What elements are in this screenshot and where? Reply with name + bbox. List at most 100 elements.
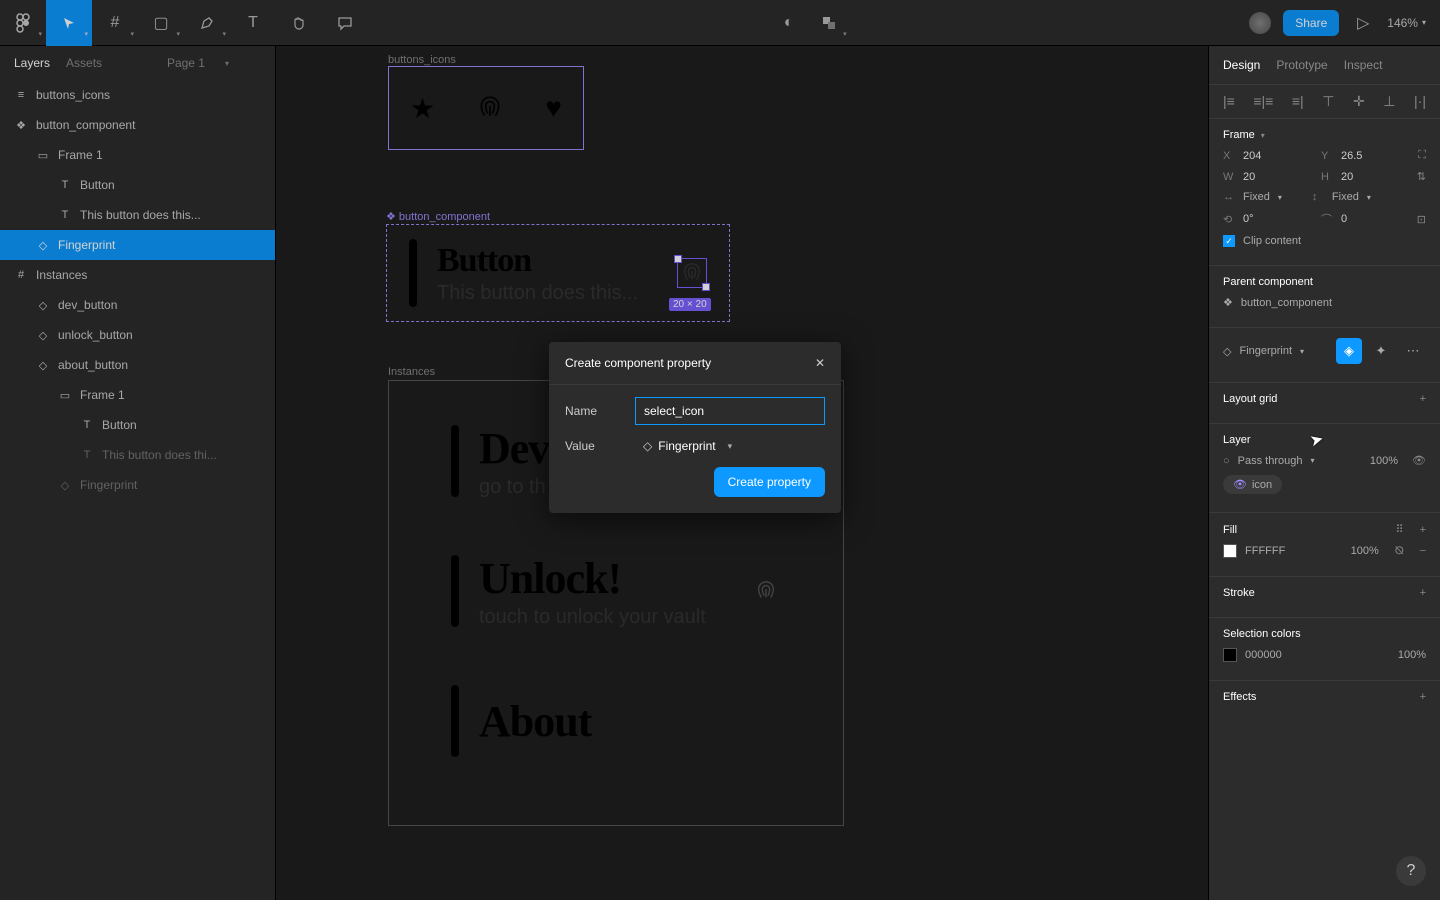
- property-name-input[interactable]: [635, 397, 825, 425]
- h-input[interactable]: [1341, 171, 1381, 183]
- close-icon[interactable]: ✕: [815, 356, 825, 370]
- layer-row[interactable]: ◇Fingerprint: [0, 230, 275, 260]
- instance-button[interactable]: Unlock!touch to unlock your vault: [429, 541, 803, 641]
- align-left-icon[interactable]: |≡: [1223, 93, 1235, 110]
- pen-tool-button[interactable]: ▾: [184, 0, 230, 46]
- shape-tool-button[interactable]: ▢▾: [138, 0, 184, 46]
- y-input[interactable]: [1341, 150, 1381, 162]
- more-options-icon[interactable]: ⋯: [1400, 338, 1426, 364]
- independent-corners-icon[interactable]: ⊡: [1417, 213, 1426, 226]
- fill-hidden-icon[interactable]: ⦰: [1395, 545, 1404, 558]
- top-toolbar: ▾ ▾ #▾ ▢▾ ▾ T ◐ ▾ Share ▷ 146% ▾: [0, 0, 1440, 46]
- layers-tab[interactable]: Layers: [14, 56, 50, 70]
- layer-type-icon: ▭: [36, 149, 50, 162]
- fill-hex[interactable]: FFFFFF: [1245, 545, 1285, 557]
- instance-options-icon[interactable]: ✦: [1368, 338, 1394, 364]
- text-tool-button[interactable]: T: [230, 0, 276, 46]
- theme-toggle-icon[interactable]: ◐: [773, 0, 805, 46]
- blend-mode-icon: ○: [1223, 455, 1230, 467]
- layer-tag-pill[interactable]: 👁icon: [1223, 475, 1282, 494]
- inspect-tab[interactable]: Inspect: [1344, 58, 1383, 72]
- add-stroke-icon[interactable]: +: [1420, 587, 1426, 599]
- constrain-proportions-icon[interactable]: ⇅: [1417, 170, 1426, 183]
- layer-row[interactable]: ◇about_button: [0, 350, 275, 380]
- help-button[interactable]: ?: [1396, 856, 1426, 886]
- zoom-level[interactable]: 146% ▾: [1387, 16, 1426, 30]
- parent-component-name[interactable]: button_component: [1241, 297, 1332, 309]
- add-fill-icon[interactable]: +: [1420, 524, 1426, 536]
- align-vcenter-icon[interactable]: ✛: [1353, 93, 1365, 110]
- selcolor-opacity[interactable]: 100%: [1398, 649, 1426, 661]
- layer-row[interactable]: ◇unlock_button: [0, 320, 275, 350]
- layer-row[interactable]: TButton: [0, 410, 275, 440]
- x-input[interactable]: [1243, 150, 1283, 162]
- icons-frame[interactable]: ★ ♥: [388, 66, 584, 150]
- layer-row[interactable]: ▭Frame 1: [0, 380, 275, 410]
- create-property-button[interactable]: ◈: [1336, 338, 1362, 364]
- figma-menu-button[interactable]: ▾: [0, 0, 46, 46]
- value-field-label: Value: [565, 439, 635, 453]
- comment-tool-button[interactable]: [322, 0, 368, 46]
- share-button[interactable]: Share: [1283, 10, 1339, 36]
- layer-row[interactable]: TThis button does thi...: [0, 440, 275, 470]
- align-bottom-icon[interactable]: ⊥: [1383, 93, 1395, 110]
- remove-fill-icon[interactable]: −: [1420, 545, 1426, 557]
- move-tool-button[interactable]: ▾: [46, 0, 92, 46]
- radius-input[interactable]: [1341, 213, 1381, 225]
- layer-row[interactable]: ≡buttons_icons: [0, 80, 275, 110]
- page-selector[interactable]: Page 1 ▾: [167, 56, 245, 70]
- selcolor-swatch[interactable]: [1223, 648, 1237, 662]
- selected-fingerprint-instance[interactable]: [677, 258, 707, 288]
- heart-icon: ♥: [545, 92, 562, 124]
- layer-name: This button does thi...: [102, 448, 217, 462]
- alignment-controls[interactable]: |≡ ≡|≡ ≡| ⊤ ✛ ⊥ |·|: [1209, 85, 1440, 119]
- clip-content-checkbox[interactable]: ✓: [1223, 235, 1235, 247]
- layer-row[interactable]: #Instances: [0, 260, 275, 290]
- add-layout-grid-icon[interactable]: +: [1420, 393, 1426, 405]
- component-controls-icon[interactable]: ▾: [813, 0, 845, 46]
- visibility-icon[interactable]: 👁: [1412, 454, 1426, 467]
- fill-styles-icon[interactable]: ⠿: [1396, 523, 1404, 536]
- parent-component-title: Parent component: [1223, 276, 1426, 288]
- layer-opacity[interactable]: 100%: [1370, 455, 1398, 467]
- user-avatar[interactable]: [1249, 12, 1271, 34]
- layer-row[interactable]: TButton: [0, 170, 275, 200]
- button-title: Button: [437, 242, 638, 280]
- layer-row[interactable]: ◇dev_button: [0, 290, 275, 320]
- design-tab[interactable]: Design: [1223, 58, 1260, 72]
- fill-swatch[interactable]: [1223, 544, 1237, 558]
- hand-tool-button[interactable]: [276, 0, 322, 46]
- w-input[interactable]: [1243, 171, 1283, 183]
- h-resize-mode[interactable]: Fixed: [1243, 191, 1270, 203]
- property-value-select[interactable]: ◇ Fingerprint ▾: [635, 439, 825, 453]
- component-label: ❖ button_component: [386, 210, 490, 223]
- instance-swap-name[interactable]: Fingerprint: [1239, 345, 1292, 357]
- frame-tool-button[interactable]: #▾: [92, 0, 138, 46]
- assets-tab[interactable]: Assets: [66, 56, 102, 70]
- blend-mode-select[interactable]: Pass through: [1238, 455, 1303, 467]
- absolute-position-icon[interactable]: ⛶: [1418, 149, 1426, 162]
- distribute-icon[interactable]: |·|: [1414, 93, 1426, 110]
- instance-diamond-icon: ◇: [1223, 345, 1231, 358]
- present-button[interactable]: ▷: [1351, 0, 1375, 46]
- layer-row[interactable]: ◇Fingerprint: [0, 470, 275, 500]
- align-right-icon[interactable]: ≡|: [1292, 93, 1304, 110]
- add-effect-icon[interactable]: +: [1420, 691, 1426, 703]
- selcolor-hex[interactable]: 000000: [1245, 649, 1282, 661]
- layer-row[interactable]: ▭ Frame 1: [0, 140, 275, 170]
- layer-name: Frame 1: [58, 148, 103, 162]
- rotation-input[interactable]: [1243, 213, 1283, 225]
- align-hcenter-icon[interactable]: ≡|≡: [1253, 93, 1273, 110]
- prototype-tab[interactable]: Prototype: [1276, 58, 1327, 72]
- layer-row[interactable]: ❖button_component: [0, 110, 275, 140]
- align-top-icon[interactable]: ⊤: [1322, 93, 1334, 110]
- fill-opacity[interactable]: 100%: [1351, 545, 1379, 557]
- layer-name: Button: [102, 418, 137, 432]
- layer-name: unlock_button: [58, 328, 133, 342]
- effects-section-title: Effects: [1223, 691, 1256, 703]
- layer-row[interactable]: TThis button does this...: [0, 200, 275, 230]
- fill-section-title: Fill: [1223, 524, 1237, 536]
- instance-button[interactable]: About: [429, 671, 803, 771]
- create-property-button-submit[interactable]: Create property: [714, 467, 825, 497]
- v-resize-mode[interactable]: Fixed: [1332, 191, 1359, 203]
